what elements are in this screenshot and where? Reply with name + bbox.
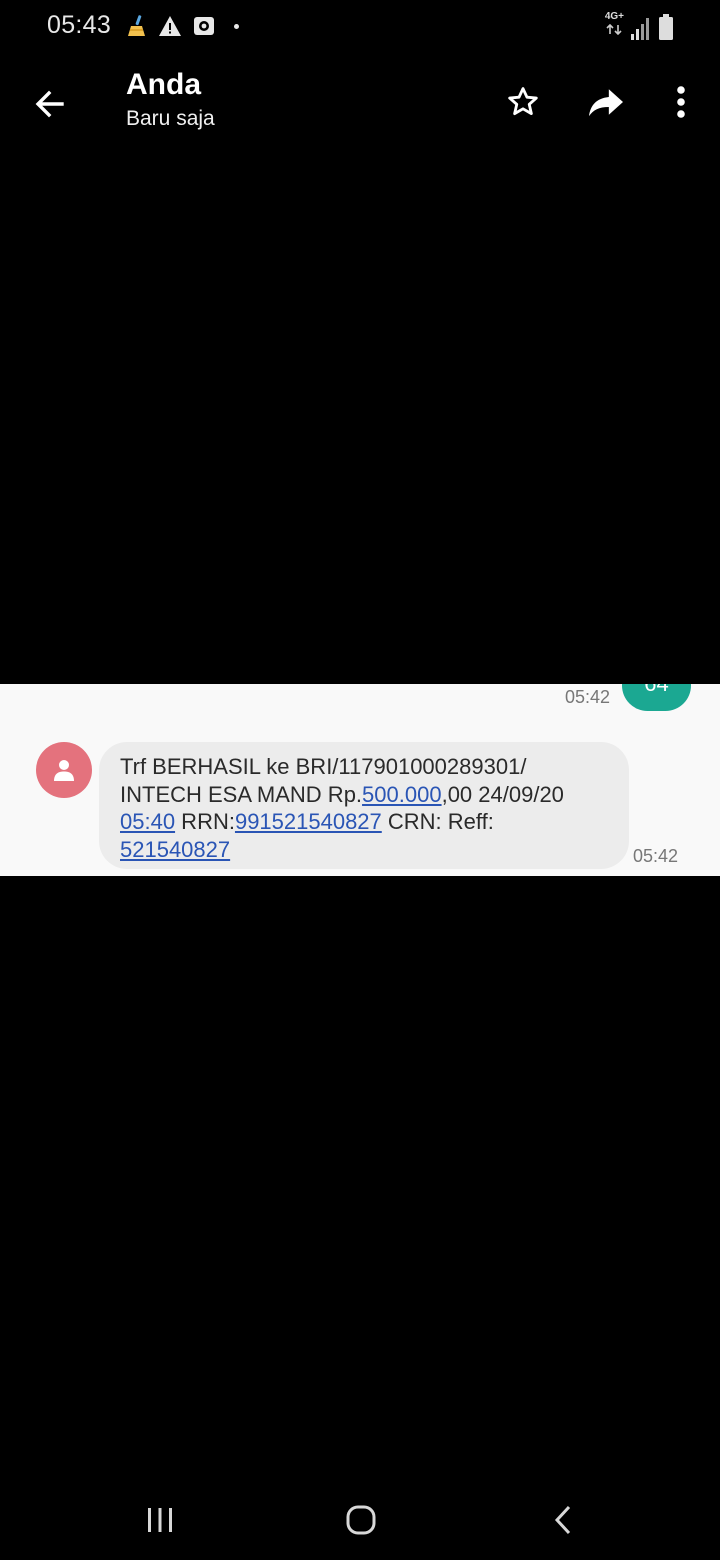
status-icons-left <box>124 12 239 40</box>
contact-name: Anda <box>126 68 201 101</box>
previous-message-bubble[interactable]: 64 <box>622 684 691 711</box>
time-link[interactable]: 05:40 <box>120 809 175 834</box>
notification-dot <box>234 23 239 29</box>
status-icons-right: 4G+ <box>605 12 674 40</box>
message-text: RRN: <box>175 809 235 834</box>
reff-link[interactable]: 521540827 <box>120 837 230 862</box>
message-time: 05:42 <box>633 846 679 866</box>
data-arrows-icon <box>606 23 622 36</box>
previous-message-text: 64 <box>644 684 668 697</box>
forward-button[interactable] <box>582 78 630 126</box>
nav-back-button[interactable] <box>533 1498 593 1542</box>
message-list[interactable]: 05:42 64 Trf BERHASIL ke BRI/11790100028… <box>0 684 720 876</box>
home-icon <box>346 1505 376 1535</box>
conversation-title[interactable]: Anda Baru saja <box>126 68 215 132</box>
more-options-button[interactable] <box>657 78 705 126</box>
amount-link[interactable]: 500.000 <box>362 782 442 807</box>
previous-message-time: 05:42 <box>565 687 611 707</box>
network-label: 4G+ <box>604 11 624 22</box>
star-button[interactable] <box>499 78 547 126</box>
warning-icon <box>159 16 181 36</box>
message-text: ,00 24/09/20 <box>441 781 564 807</box>
forward-icon <box>589 89 623 117</box>
recent-apps-icon <box>148 1508 172 1532</box>
recent-apps-button[interactable] <box>130 1498 190 1542</box>
app-bar: Anda Baru saja <box>0 54 720 150</box>
screen-record-icon <box>194 17 214 35</box>
status-time: 05:43 <box>47 11 112 39</box>
rrn-link[interactable]: 991521540827 <box>235 809 382 834</box>
back-icon <box>554 1505 571 1535</box>
cleaner-app-icon <box>128 15 145 36</box>
battery-icon <box>659 14 673 40</box>
person-icon <box>54 760 74 781</box>
star-icon <box>508 87 538 116</box>
signal-icon <box>631 18 649 40</box>
message-text: CRN: Reff: <box>381 809 494 834</box>
contact-status: Baru saja <box>126 107 215 130</box>
status-bar: 05:43 4G+ <box>0 0 720 54</box>
home-button[interactable] <box>331 1498 391 1542</box>
back-arrow-icon <box>35 90 64 118</box>
network-indicator: 4G+ <box>605 12 624 40</box>
message-bubble[interactable]: Trf BERHASIL ke BRI/117901000289301/ INT… <box>99 742 629 869</box>
avatar[interactable] <box>36 742 92 798</box>
back-button[interactable] <box>26 80 74 128</box>
more-vert-icon <box>677 86 685 118</box>
navigation-bar <box>0 1480 720 1560</box>
